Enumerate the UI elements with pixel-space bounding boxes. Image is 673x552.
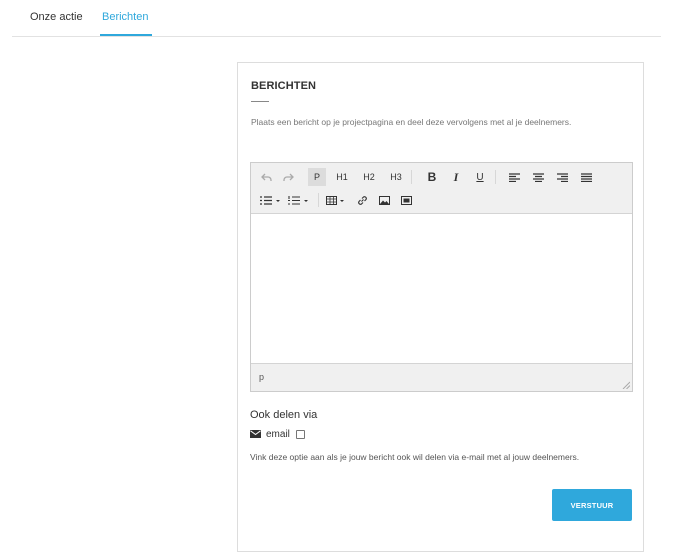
image-button[interactable] [377,191,391,209]
numbered-list-icon [288,195,308,205]
media-icon [400,195,412,205]
resize-handle-icon[interactable] [622,381,630,389]
table-button[interactable] [325,191,349,209]
align-justify-button[interactable] [579,168,593,186]
tab-bar: Onze actie Berichten [12,0,661,37]
editor-toolbar: P H1 H2 H3 B I U [251,163,632,214]
link-button[interactable] [355,191,369,209]
align-right-icon [556,172,568,182]
editor-content-area[interactable] [251,214,632,363]
numbered-list-button[interactable] [287,191,311,209]
redo-icon [282,173,294,181]
align-left-icon [508,172,520,182]
image-icon [378,195,390,205]
editor-statusbar: p [251,363,632,391]
bullet-list-button[interactable] [259,191,283,209]
align-right-button[interactable] [555,168,569,186]
element-path[interactable]: p [259,372,264,382]
email-share-option: email [250,427,305,441]
envelope-icon [250,430,261,438]
media-button[interactable] [399,191,413,209]
tab-onze-actie[interactable]: Onze actie [30,10,83,24]
messages-card: BERICHTEN Plaats een bericht op je proje… [237,62,644,552]
bold-button[interactable]: B [425,168,439,186]
tab-berichten[interactable]: Berichten [102,10,148,24]
link-icon [357,195,367,205]
active-tab-indicator [100,34,152,36]
align-left-button[interactable] [507,168,521,186]
toolbar-separator [495,170,496,184]
underline-button[interactable]: U [473,168,487,186]
align-center-icon [532,172,544,182]
send-button[interactable]: VERSTUUR [552,489,632,521]
intro-text: Plaats een bericht op je projectpagina e… [251,117,572,127]
email-label: email [266,428,290,440]
share-hint-text: Vink deze optie aan als je jouw bericht … [250,452,580,462]
bullet-list-icon [260,195,280,205]
table-icon [326,195,344,205]
card-title: BERICHTEN [251,80,317,92]
align-center-button[interactable] [531,168,545,186]
heading1-button[interactable]: H1 [335,168,349,186]
undo-button[interactable] [259,168,273,186]
redo-button[interactable] [281,168,295,186]
heading3-button[interactable]: H3 [389,168,403,186]
paragraph-button[interactable]: P [308,168,326,186]
italic-button[interactable]: I [449,168,463,186]
toolbar-separator [318,193,319,207]
email-checkbox[interactable] [295,429,305,439]
share-via-label: Ook delen via [250,409,318,421]
title-divider [251,101,269,102]
toolbar-separator [411,170,412,184]
undo-icon [260,173,272,181]
align-justify-icon [580,172,592,182]
heading2-button[interactable]: H2 [362,168,376,186]
rich-text-editor: P H1 H2 H3 B I U p [250,162,633,392]
